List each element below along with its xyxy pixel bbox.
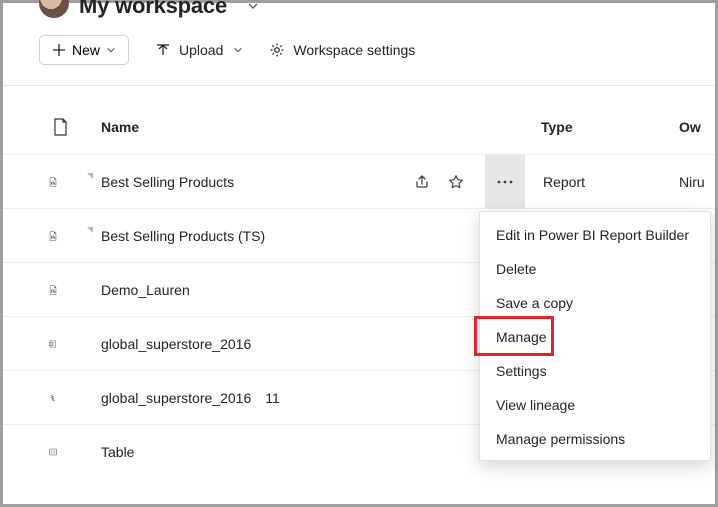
new-button-label: New [72,42,100,58]
chevron-down-icon [233,45,243,55]
table-header: Name Type Ow [3,108,715,154]
workspace-title: My workspace [79,0,227,19]
item-name[interactable]: Demo_Lauren [101,282,190,298]
table-row[interactable]: Best Selling Products ReportNiru [3,154,715,208]
workspace-settings-label: Workspace settings [293,42,415,58]
menu-item[interactable]: View lineage [480,388,710,422]
dataflow-icon [3,389,57,407]
menu-item[interactable]: Settings [480,354,710,388]
menu-item[interactable]: Manage permissions [480,422,710,456]
upload-icon [155,42,171,58]
item-type: Report [529,174,679,190]
endorsement-icon [87,227,93,233]
menu-item[interactable]: Save a copy [480,286,710,320]
item-name[interactable]: global_superstore_2016 [101,390,251,406]
paginated-icon [3,227,57,245]
item-name[interactable]: global_superstore_2016 [101,336,251,352]
endorsement-icon [87,173,93,179]
chevron-down-icon [106,45,116,55]
share-icon[interactable] [413,173,431,191]
star-icon[interactable] [447,173,465,191]
more-options-button[interactable] [485,155,525,209]
item-owner: Niru [679,174,715,190]
workspace-settings-button[interactable]: Workspace settings [269,42,415,58]
upload-button[interactable]: Upload [155,42,243,58]
paginated-icon [3,173,57,191]
header-icon-col [3,118,57,136]
avatar [39,0,69,18]
header-type[interactable]: Type [529,119,679,135]
item-name[interactable]: Best Selling Products (TS) [101,228,265,244]
table-icon [3,444,57,460]
chevron-down-icon[interactable] [247,0,259,12]
item-name[interactable]: Table [101,444,134,460]
header-name[interactable]: Name [57,119,389,135]
paginated-icon [3,281,57,299]
upload-label: Upload [179,42,223,58]
plus-icon [52,43,66,57]
refresh-count: 11 [265,390,280,406]
gear-icon [269,42,285,58]
item-name[interactable]: Best Selling Products [101,174,234,190]
header-owner[interactable]: Ow [679,119,715,135]
workbook-icon [3,335,57,353]
menu-item[interactable]: Delete [480,252,710,286]
context-menu: Edit in Power BI Report BuilderDeleteSav… [479,211,711,461]
menu-item[interactable]: Edit in Power BI Report Builder [480,218,710,252]
menu-item[interactable]: Manage [480,320,710,354]
new-button[interactable]: New [39,35,129,65]
